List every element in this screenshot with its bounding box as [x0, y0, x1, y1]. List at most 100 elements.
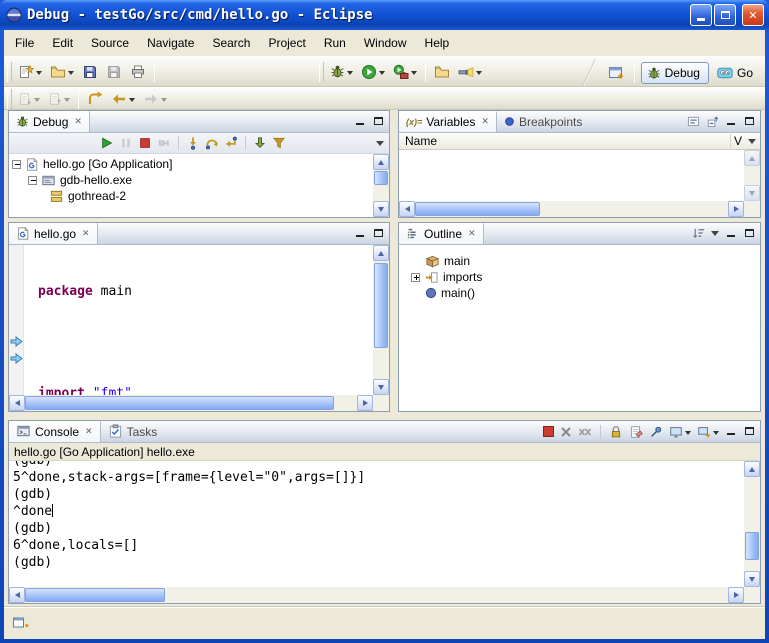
tab-debug[interactable]: Debug ✕ — [9, 111, 90, 132]
disconnect-button[interactable] — [156, 134, 172, 153]
scrollbar-thumb[interactable] — [374, 171, 388, 185]
scrollbar-thumb[interactable] — [745, 532, 759, 560]
clear-console-button[interactable] — [628, 422, 644, 441]
search-button[interactable] — [455, 60, 485, 84]
tab-hello-go[interactable]: hello.go ✕ — [9, 223, 98, 244]
scrollbar-track[interactable] — [25, 587, 728, 603]
tab-breakpoints[interactable]: Breakpoints — [497, 111, 589, 132]
menu-edit[interactable]: Edit — [43, 32, 82, 54]
show-type-names-button[interactable] — [686, 112, 701, 131]
remove-all-launches-button[interactable] — [577, 422, 593, 441]
last-edit-location-button[interactable] — [84, 89, 106, 109]
outline-item-package[interactable]: main — [399, 253, 760, 269]
scroll-up-icon[interactable] — [744, 461, 760, 477]
forward-button[interactable] — [140, 89, 170, 109]
minimize-view-icon[interactable] — [724, 115, 738, 128]
scroll-down-icon[interactable] — [373, 201, 389, 217]
instruction-pointer-icon[interactable] — [10, 335, 23, 348]
menu-help[interactable]: Help — [416, 32, 459, 54]
scroll-left-icon[interactable] — [9, 587, 25, 603]
menu-file[interactable]: File — [6, 32, 43, 54]
scrollbar-track[interactable] — [373, 170, 389, 201]
resume-button[interactable] — [99, 134, 115, 153]
run-launch-button[interactable] — [358, 60, 388, 84]
menu-navigate[interactable]: Navigate — [138, 32, 203, 54]
open-perspective-button[interactable] — [605, 61, 627, 85]
code-line[interactable] — [38, 334, 373, 351]
outline-item-imports[interactable]: imports — [399, 269, 760, 285]
scrollbar-thumb[interactable] — [415, 202, 540, 216]
title-bar[interactable]: Debug - testGo/src/cmd/hello.go - Eclips… — [0, 0, 769, 30]
tree-item-launch[interactable]: hello.go [Go Application] — [9, 156, 373, 172]
collapse-all-button[interactable] — [705, 112, 720, 131]
maximize-view-icon[interactable] — [742, 115, 756, 128]
use-step-filters-button[interactable] — [271, 134, 287, 153]
scrollbar-track[interactable] — [415, 201, 728, 217]
scroll-up-icon[interactable] — [373, 154, 389, 170]
debug-vertical-scrollbar[interactable] — [373, 154, 389, 217]
menu-source[interactable]: Source — [82, 32, 138, 54]
scroll-up-icon[interactable] — [744, 150, 760, 166]
tree-item-process[interactable]: gdb-hello.exe — [9, 172, 373, 188]
tab-variables[interactable]: (x)= Variables ✕ — [399, 111, 497, 132]
scrollbar-thumb[interactable] — [374, 263, 388, 348]
menu-search[interactable]: Search — [203, 32, 259, 54]
code-area[interactable]: package main import "fmt" func main() { … — [24, 245, 373, 395]
view-menu-chevron-icon[interactable] — [710, 224, 720, 243]
display-console-button[interactable] — [668, 422, 692, 441]
scroll-left-icon[interactable] — [9, 395, 25, 411]
close-tab-icon[interactable]: ✕ — [481, 116, 489, 127]
variables-vertical-scrollbar[interactable] — [744, 150, 760, 201]
perspective-go-button[interactable]: Go — [711, 61, 762, 85]
maximize-view-icon[interactable] — [742, 425, 756, 438]
maximize-view-icon[interactable] — [371, 227, 385, 240]
next-annotation-button[interactable] — [15, 89, 43, 109]
code-line[interactable]: package main — [38, 283, 373, 300]
scroll-right-icon[interactable] — [357, 395, 373, 411]
collapse-expander-icon[interactable] — [28, 176, 37, 185]
editor-vertical-scrollbar[interactable] — [373, 245, 389, 395]
scroll-lock-button[interactable] — [608, 422, 624, 441]
debug-tree[interactable]: hello.go [Go Application] gdb-hello.exe … — [9, 154, 373, 217]
suspend-button[interactable] — [118, 134, 134, 153]
tab-console[interactable]: Console ✕ — [9, 421, 101, 442]
print-button[interactable] — [127, 60, 149, 84]
back-button[interactable] — [108, 89, 138, 109]
close-tab-icon[interactable]: ✕ — [85, 426, 93, 437]
instruction-pointer-icon[interactable] — [10, 352, 23, 365]
column-name[interactable]: Name — [399, 134, 731, 148]
close-button[interactable]: ✕ — [742, 4, 764, 26]
code-line[interactable]: import "fmt" — [38, 385, 373, 395]
open-resource-button[interactable] — [431, 60, 453, 84]
tab-tasks[interactable]: Tasks — [101, 421, 165, 442]
maximize-view-icon[interactable] — [742, 227, 756, 240]
scrollbar-thumb[interactable] — [25, 588, 165, 602]
collapse-expander-icon[interactable] — [12, 160, 21, 169]
open-console-button[interactable] — [696, 422, 720, 441]
step-return-button[interactable] — [223, 134, 239, 153]
minimize-view-icon[interactable] — [353, 227, 367, 240]
scroll-down-icon[interactable] — [373, 379, 389, 395]
open-file-button[interactable] — [47, 60, 77, 84]
remove-launch-button[interactable] — [559, 422, 573, 441]
toolbar-handle[interactable] — [7, 89, 12, 109]
scroll-down-icon[interactable] — [744, 571, 760, 587]
minimize-button[interactable] — [690, 4, 712, 26]
fast-view-button[interactable] — [10, 613, 31, 633]
debug-launch-button[interactable] — [327, 60, 356, 84]
close-tab-icon[interactable]: ✕ — [82, 228, 90, 239]
pin-console-button[interactable] — [648, 422, 664, 441]
terminate-button[interactable] — [137, 134, 153, 153]
expand-expander-icon[interactable] — [411, 273, 420, 282]
menu-project[interactable]: Project — [259, 32, 314, 54]
variables-table-body[interactable] — [399, 150, 744, 201]
console-output[interactable]: (gdb) 5^done,stack-args=[frame={level="0… — [9, 461, 744, 587]
scroll-down-icon[interactable] — [744, 185, 760, 201]
toolbar-handle[interactable] — [7, 62, 12, 82]
scroll-right-icon[interactable] — [728, 587, 744, 603]
scroll-up-icon[interactable] — [373, 245, 389, 261]
menu-window[interactable]: Window — [355, 32, 416, 54]
minimize-view-icon[interactable] — [353, 115, 367, 128]
console-vertical-scrollbar[interactable] — [744, 461, 760, 587]
scroll-left-icon[interactable] — [399, 201, 415, 217]
